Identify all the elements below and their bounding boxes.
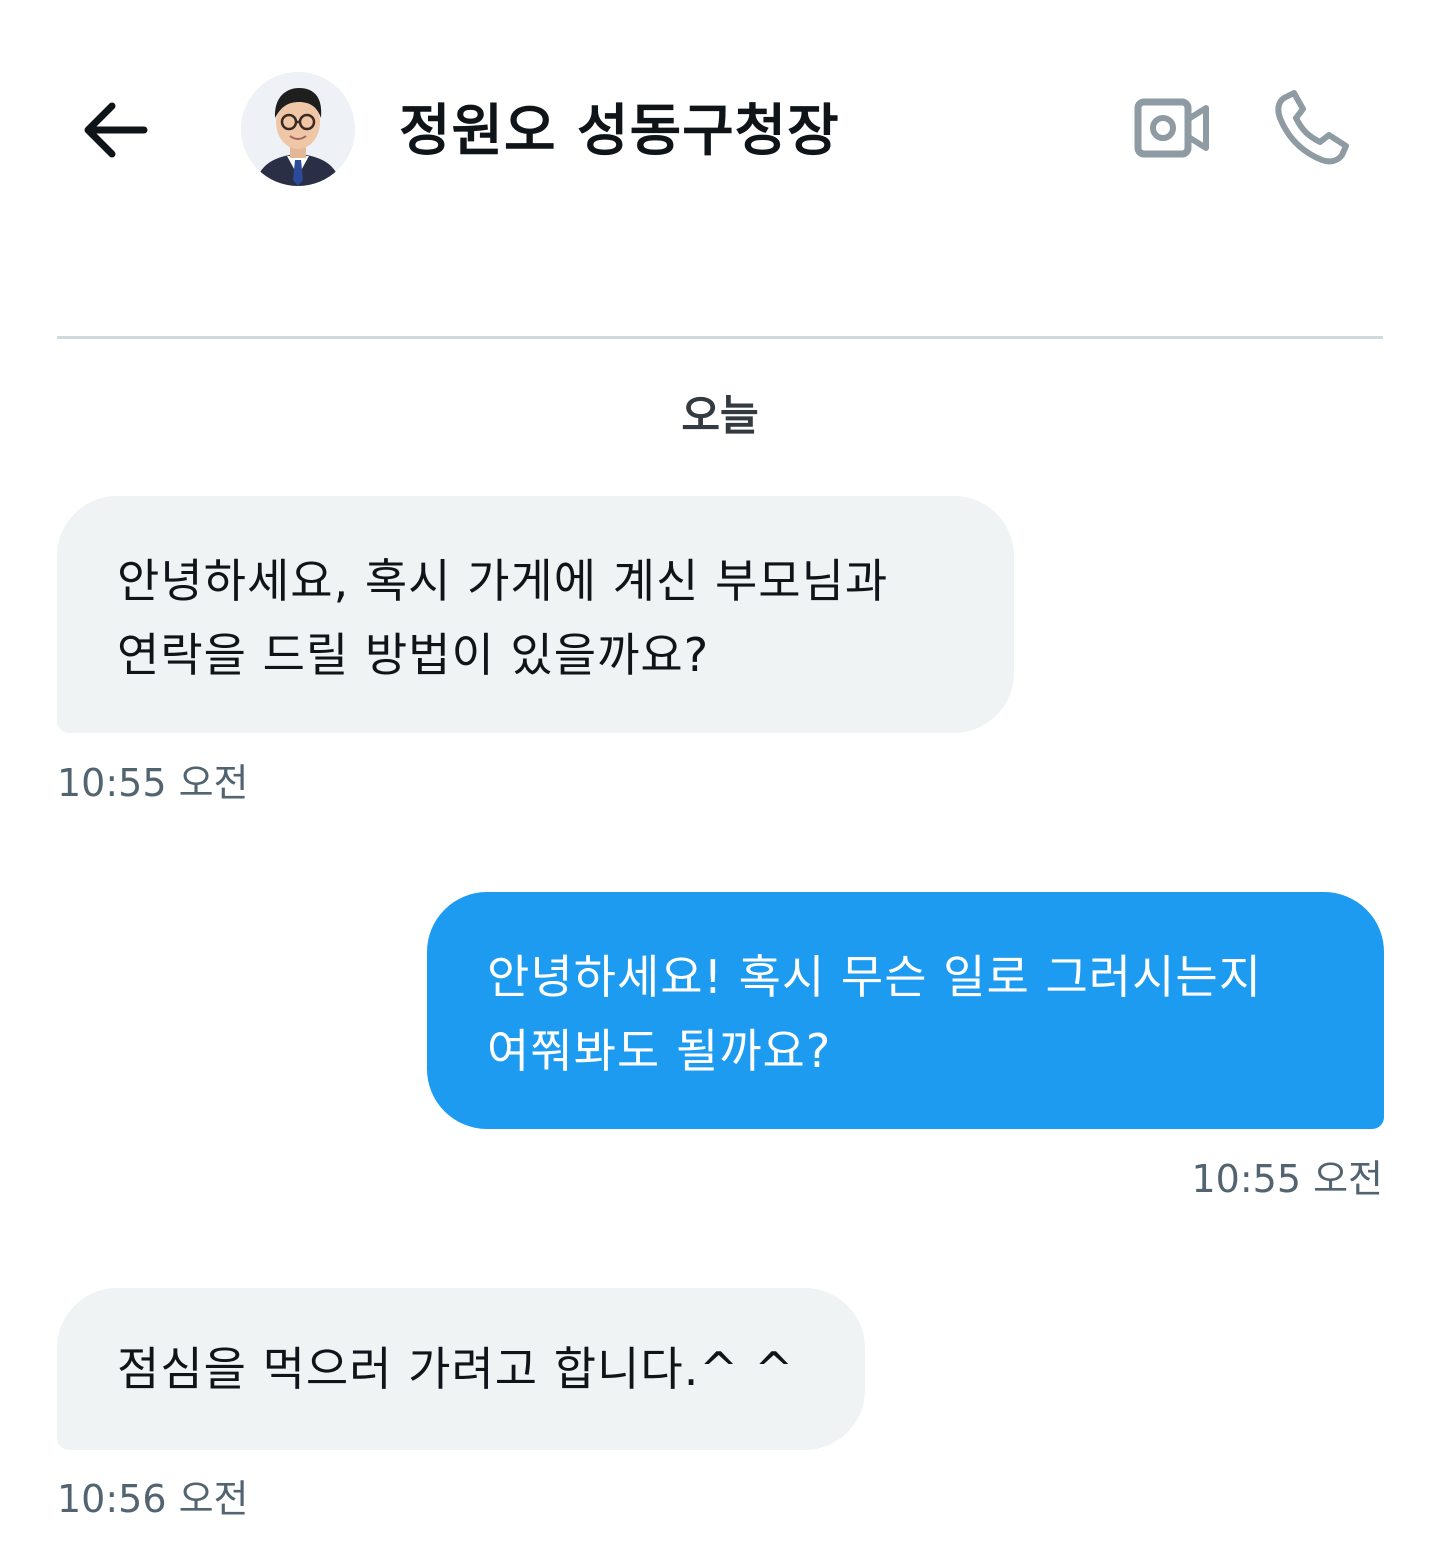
avatar[interactable] [241, 72, 355, 186]
phone-icon [1275, 90, 1349, 165]
message-text-line: 안녕하세요, 혹시 가게에 계신 부모님과 [117, 554, 889, 608]
arrow-left-icon [84, 102, 148, 158]
date-separator: 오늘 [681, 391, 759, 440]
profile-photo [241, 72, 355, 186]
video-camera-icon [1134, 98, 1209, 158]
voice-call-button[interactable] [1274, 88, 1350, 166]
header-divider [57, 336, 1383, 339]
video-call-button[interactable] [1134, 96, 1210, 160]
conversation-header: 정원오 성동구청장 [0, 0, 1440, 260]
message-text-line: 안녕하세요! 혹시 무슨 일로 그러시는지 [487, 950, 1263, 1004]
message-timestamp: 10:56 오전 [57, 1477, 249, 1521]
conversation-title: 정원오 성동구청장 [399, 99, 840, 164]
message-bubble-incoming[interactable]: 점심을 먹으러 가려고 합니다.^ ^ [57, 1288, 865, 1450]
message-timestamp: 10:55 오전 [1191, 1157, 1383, 1201]
back-button[interactable] [80, 98, 150, 162]
message-timestamp: 10:55 오전 [57, 761, 249, 805]
message-text-line: 여쭤봐도 될까요? [487, 1024, 832, 1078]
message-bubble-incoming[interactable]: 안녕하세요, 혹시 가게에 계신 부모님과 연락을 드릴 방법이 있을까요? [57, 496, 1014, 733]
message-text-line: 점심을 먹으러 가려고 합니다.^ ^ [117, 1342, 795, 1396]
message-text-line: 연락을 드릴 방법이 있을까요? [117, 628, 710, 682]
message-bubble-outgoing[interactable]: 안녕하세요! 혹시 무슨 일로 그러시는지 여쭤봐도 될까요? [427, 892, 1384, 1129]
